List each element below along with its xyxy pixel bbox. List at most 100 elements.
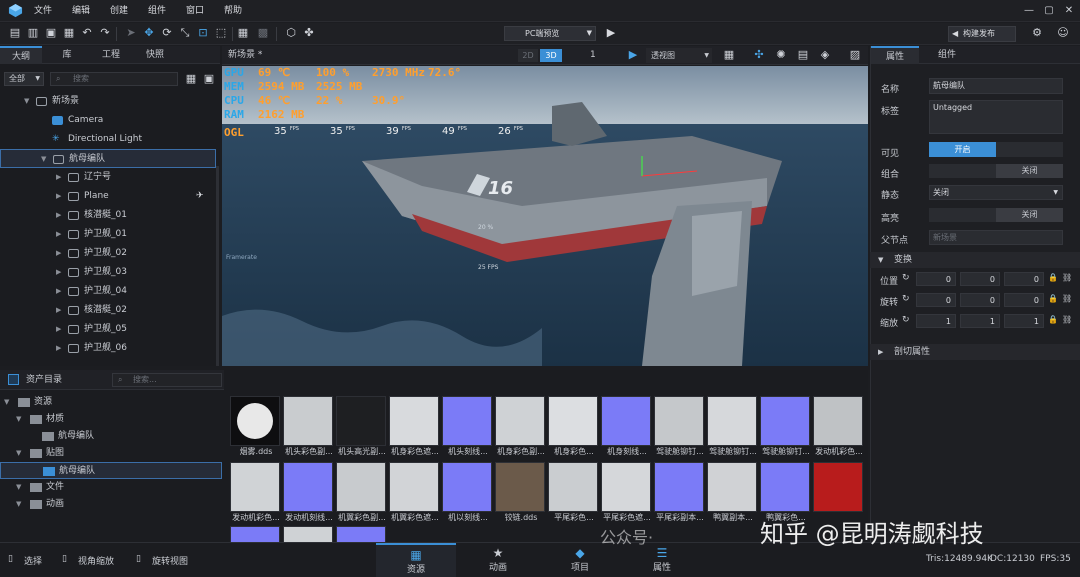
scale-field[interactable]: 1 xyxy=(960,314,1000,328)
link-icon[interactable]: ⛓ xyxy=(1062,294,1072,303)
texture-thumbnail[interactable] xyxy=(707,462,757,512)
account-icon[interactable]: ☺ xyxy=(1056,26,1070,40)
chevron-icon[interactable]: ▼ xyxy=(16,479,21,496)
rotate-mode[interactable]: 旋转视图 xyxy=(152,554,188,567)
tree-item[interactable]: ▶ 护卫舰_05 xyxy=(0,320,216,339)
bottom-tab-animation[interactable]: ★ 动画 xyxy=(458,543,538,577)
position-field[interactable]: 0 xyxy=(1004,272,1044,286)
chevron-icon[interactable]: ▶ xyxy=(56,339,61,358)
maximize-icon[interactable]: ▢ xyxy=(1040,2,1058,20)
texture-thumbnail[interactable] xyxy=(495,396,545,446)
transform-section-header[interactable]: ▼ 变换 xyxy=(870,252,1080,268)
texture-thumbnail[interactable] xyxy=(654,462,704,512)
texture-thumbnail[interactable] xyxy=(336,396,386,446)
tab-components[interactable]: 组件 xyxy=(923,46,971,64)
asset-tree-item[interactable]: 航母编队 xyxy=(0,428,222,445)
scene-tab[interactable]: 新场景 * xyxy=(228,46,262,65)
plugin-icon[interactable]: ✤ xyxy=(302,26,316,40)
texture-thumbnail[interactable] xyxy=(283,526,333,542)
open-file-icon[interactable]: ▥ xyxy=(26,26,40,40)
scale-tool-icon[interactable]: ⤡ xyxy=(178,26,192,40)
texture-thumbnail[interactable] xyxy=(813,396,863,446)
chevron-icon[interactable]: ▼ xyxy=(4,394,9,411)
asset-tree-item[interactable]: ▼ 贴图 xyxy=(0,445,222,462)
reset-icon[interactable]: ↻ xyxy=(902,315,910,325)
film-icon[interactable]: ▦ xyxy=(722,48,736,62)
lock-icon[interactable]: 🔒 xyxy=(1048,273,1058,282)
texture-thumbnail[interactable] xyxy=(760,396,810,446)
chevron-icon[interactable]: ▼ xyxy=(16,445,21,462)
tree-item[interactable]: ▼ 新场景 xyxy=(0,92,216,111)
outline-search-input[interactable]: ⌕ 搜索 xyxy=(50,72,178,86)
bottom-tab-properties[interactable]: ☰ 属性 xyxy=(622,543,702,577)
asset-tree-item[interactable]: ▼ 资源 xyxy=(0,394,222,411)
texture-thumbnail[interactable] xyxy=(230,462,280,512)
chevron-icon[interactable]: ▶ xyxy=(56,225,61,244)
chevron-icon[interactable]: ▼ xyxy=(24,92,29,111)
filter-select[interactable]: 全部 ▼ xyxy=(4,72,44,86)
mode-2d-button[interactable]: 2D xyxy=(518,49,538,62)
tree-item[interactable]: ✳ Directional Light xyxy=(0,130,216,149)
reset-icon[interactable]: ↻ xyxy=(902,273,910,283)
texture-thumbnail[interactable] xyxy=(389,462,439,512)
chevron-icon[interactable]: ▶ xyxy=(56,301,61,320)
rotation-field[interactable]: 0 xyxy=(960,293,1000,307)
rotation-field[interactable]: 0 xyxy=(1004,293,1044,307)
select-tool-icon[interactable]: ➤ xyxy=(124,26,138,40)
menu-create[interactable]: 创建 xyxy=(110,0,128,22)
chevron-icon[interactable]: ▼ xyxy=(16,411,21,428)
scene-viewport[interactable]: GPU 69 ℃ 100 % 2730 MHz 72.6° MEM 2594 MB 2525 … xyxy=(222,66,868,366)
build-publish-button[interactable]: ◀ 构建发布 xyxy=(948,26,1016,42)
chevron-icon[interactable]: ▶ xyxy=(56,320,61,339)
chevron-icon[interactable]: ▶ xyxy=(56,263,61,282)
redo-icon[interactable]: ↷ xyxy=(98,26,112,40)
view-mode-select[interactable]: 透视图 ▼ xyxy=(646,48,712,63)
move-tool-icon[interactable]: ✥ xyxy=(142,26,156,40)
tree-item[interactable]: ▶ 护卫舰_01 xyxy=(0,225,216,244)
tab-project[interactable]: 工程 xyxy=(90,46,132,64)
tree-item[interactable]: ▶ 核潜艇_02 xyxy=(0,301,216,320)
texture-thumbnail[interactable] xyxy=(707,396,757,446)
scale-field[interactable]: 1 xyxy=(916,314,956,328)
bottom-tab-project[interactable]: ◆ 项目 xyxy=(540,543,620,577)
tree-item[interactable]: ▶ Plane ✈ xyxy=(0,187,216,206)
more-icon[interactable]: ▨ xyxy=(848,48,862,62)
chevron-icon[interactable]: ▶ xyxy=(56,168,61,187)
name-field[interactable]: 航母编队 xyxy=(929,78,1063,94)
position-field[interactable]: 0 xyxy=(960,272,1000,286)
texture-thumbnail[interactable] xyxy=(283,462,333,512)
chevron-icon[interactable]: ▶ xyxy=(56,244,61,263)
tag-field[interactable]: Untagged xyxy=(929,100,1063,134)
texture-thumbnail[interactable] xyxy=(495,462,545,512)
rotate-tool-icon[interactable]: ⟳ xyxy=(160,26,174,40)
asset-search-input[interactable]: ⌕ 搜索... xyxy=(112,373,222,387)
chevron-icon[interactable]: ▶ xyxy=(56,187,61,206)
texture-thumbnail[interactable] xyxy=(283,396,333,446)
link-icon[interactable]: ⛓ xyxy=(1062,315,1072,324)
chevron-icon[interactable]: ▶ xyxy=(56,206,61,225)
tree-item[interactable]: ▶ 辽宁号 xyxy=(0,168,216,187)
new-file-icon[interactable]: ▤ xyxy=(8,26,22,40)
rect-tool-icon[interactable]: ⊡ xyxy=(196,26,210,40)
pivot-icon[interactable]: ⬚ xyxy=(214,26,228,40)
minimize-icon[interactable]: — xyxy=(1020,2,1038,20)
position-field[interactable]: 0 xyxy=(916,272,956,286)
chevron-icon[interactable]: ▶ xyxy=(56,282,61,301)
texture-thumbnail[interactable] xyxy=(760,462,810,512)
combine-toggle[interactable]: 关闭 xyxy=(929,164,1063,178)
camera-icon[interactable]: ▶ xyxy=(626,48,640,62)
menu-help[interactable]: 帮助 xyxy=(224,0,242,22)
texture-thumbnail[interactable] xyxy=(336,462,386,512)
gizmo-icon[interactable]: ✣ xyxy=(752,48,766,62)
asset-tree-item[interactable]: ▼ 文件 xyxy=(0,479,222,496)
light-icon[interactable]: ✺ xyxy=(774,48,788,62)
lock-icon[interactable]: 🔒 xyxy=(1048,294,1058,303)
filter-image-icon[interactable]: ▣ xyxy=(202,72,216,86)
tree-item[interactable]: Camera xyxy=(0,111,216,130)
close-icon[interactable]: ✕ xyxy=(1060,2,1078,20)
tree-item[interactable]: ▶ 护卫舰_03 xyxy=(0,263,216,282)
tab-outline[interactable]: 大纲 xyxy=(0,46,42,64)
parent-field[interactable]: 新场景 xyxy=(929,230,1063,245)
texture-thumbnail[interactable] xyxy=(601,396,651,446)
menu-file[interactable]: 文件 xyxy=(34,0,52,22)
